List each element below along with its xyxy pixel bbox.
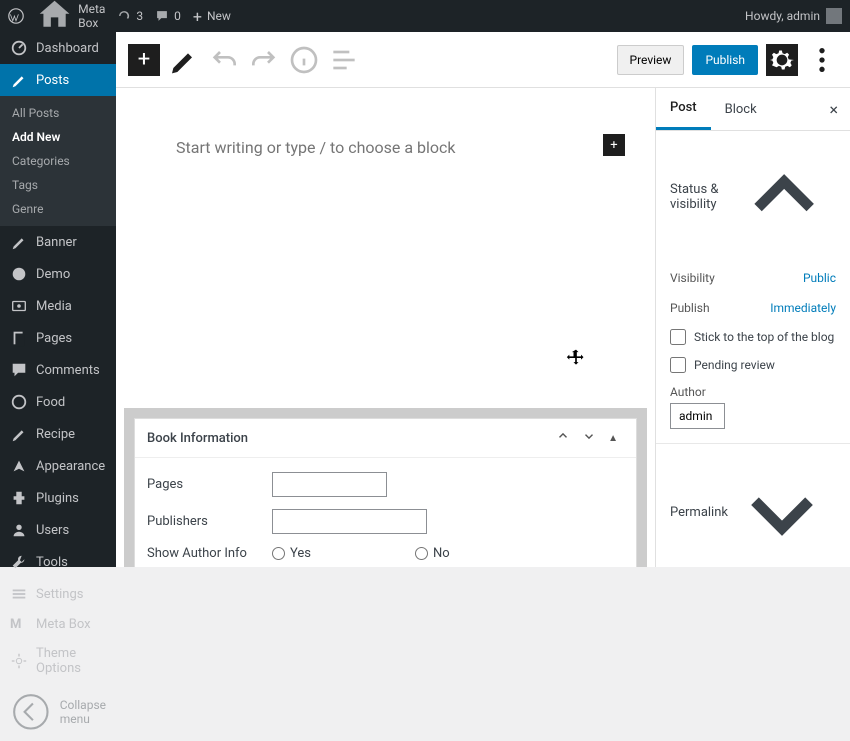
section-permalink[interactable]: Permalink [656,444,850,567]
visibility-value[interactable]: Public [803,271,836,285]
block-placeholder[interactable]: Start writing or type / to choose a bloc… [176,138,595,157]
field-publishers-label: Publishers [147,514,272,529]
field-publishers-input[interactable] [272,509,427,534]
publish-value[interactable]: Immediately [770,301,836,315]
nav-metabox[interactable]: MMeta Box [0,610,116,639]
pending-checkbox[interactable]: Pending review [670,351,836,379]
edit-mode-button[interactable] [168,44,200,76]
nav-pages[interactable]: Pages [0,322,116,354]
comments-link[interactable]: 0 [155,9,181,23]
section-status[interactable]: Status & visibility [656,131,850,263]
subnav-categories[interactable]: Categories [0,149,116,173]
radio-yes[interactable]: Yes [272,546,397,561]
field-showauthor-label: Show Author Info [147,546,272,561]
publish-label: Publish [670,301,770,315]
block-editor-area: Start writing or type / to choose a bloc… [116,88,655,567]
publish-button[interactable]: Publish [692,45,758,75]
field-pages-label: Pages [147,477,272,492]
editor-toolbar: + Preview Publish [116,32,850,88]
metabox-book-information: Book Information ▲ Pages Publishers Show… [134,418,637,567]
nav-users[interactable]: Users [0,514,116,546]
metabox-title: Book Information [147,431,248,446]
subnav-tags[interactable]: Tags [0,173,116,197]
nav-tools[interactable]: Tools [0,546,116,578]
nav-posts-submenu: All Posts Add New Categories Tags Genre [0,96,116,226]
metabox-up-icon[interactable] [550,429,576,447]
author-input[interactable] [670,403,725,429]
preview-button[interactable]: Preview [617,45,685,75]
nav-dashboard[interactable]: Dashboard [0,32,116,64]
field-pages-input[interactable] [272,472,387,497]
add-block-button[interactable]: + [128,44,160,76]
admin-topbar: Meta Box 3 0 +New Howdy, admin [0,0,850,32]
nav-posts[interactable]: Posts [0,64,116,96]
subnav-add-new[interactable]: Add New [0,125,116,149]
stick-checkbox[interactable]: Stick to the top of the blog [670,323,836,351]
info-button[interactable] [288,44,320,76]
tab-block[interactable]: Block [711,90,771,129]
nav-recipe[interactable]: Recipe [0,418,116,450]
move-handle-icon[interactable] [566,348,586,372]
undo-button[interactable] [208,44,240,76]
nav-banner[interactable]: Banner [0,226,116,258]
collapse-menu[interactable]: Collapse menu [0,683,116,741]
nav-comments[interactable]: Comments [0,354,116,386]
nav-food[interactable]: Food [0,386,116,418]
settings-toggle-button[interactable] [766,44,798,76]
subnav-genre[interactable]: Genre [0,197,116,221]
wp-logo[interactable] [8,8,24,24]
avatar-icon [826,8,842,24]
metabox-toggle-icon[interactable]: ▲ [602,433,624,444]
nav-plugins[interactable]: Plugins [0,482,116,514]
nav-media[interactable]: Media [0,290,116,322]
user-menu[interactable]: Howdy, admin [745,8,842,24]
nav-demo[interactable]: Demo [0,258,116,290]
close-panel-icon[interactable]: × [817,100,850,119]
tab-post[interactable]: Post [656,88,711,130]
nav-appearance[interactable]: Appearance [0,450,116,482]
nav-theme-options[interactable]: Theme Options [0,639,116,683]
metabox-down-icon[interactable] [576,429,602,447]
nav-settings[interactable]: Settings [0,578,116,610]
radio-no[interactable]: No [415,546,540,561]
outline-button[interactable] [328,44,360,76]
updates-link[interactable]: 3 [117,9,143,23]
author-label: Author [670,385,836,399]
site-link[interactable]: Meta Box [36,0,105,35]
inline-add-block-button[interactable]: + [603,134,625,156]
settings-panel: Post Block × Status & visibility Visibil… [655,88,850,567]
redo-button[interactable] [248,44,280,76]
subnav-all-posts[interactable]: All Posts [0,101,116,125]
more-options-button[interactable] [806,44,838,76]
new-link[interactable]: +New [193,7,231,26]
visibility-label: Visibility [670,271,803,285]
admin-sidebar: Dashboard Posts All Posts Add New Catego… [0,32,116,567]
